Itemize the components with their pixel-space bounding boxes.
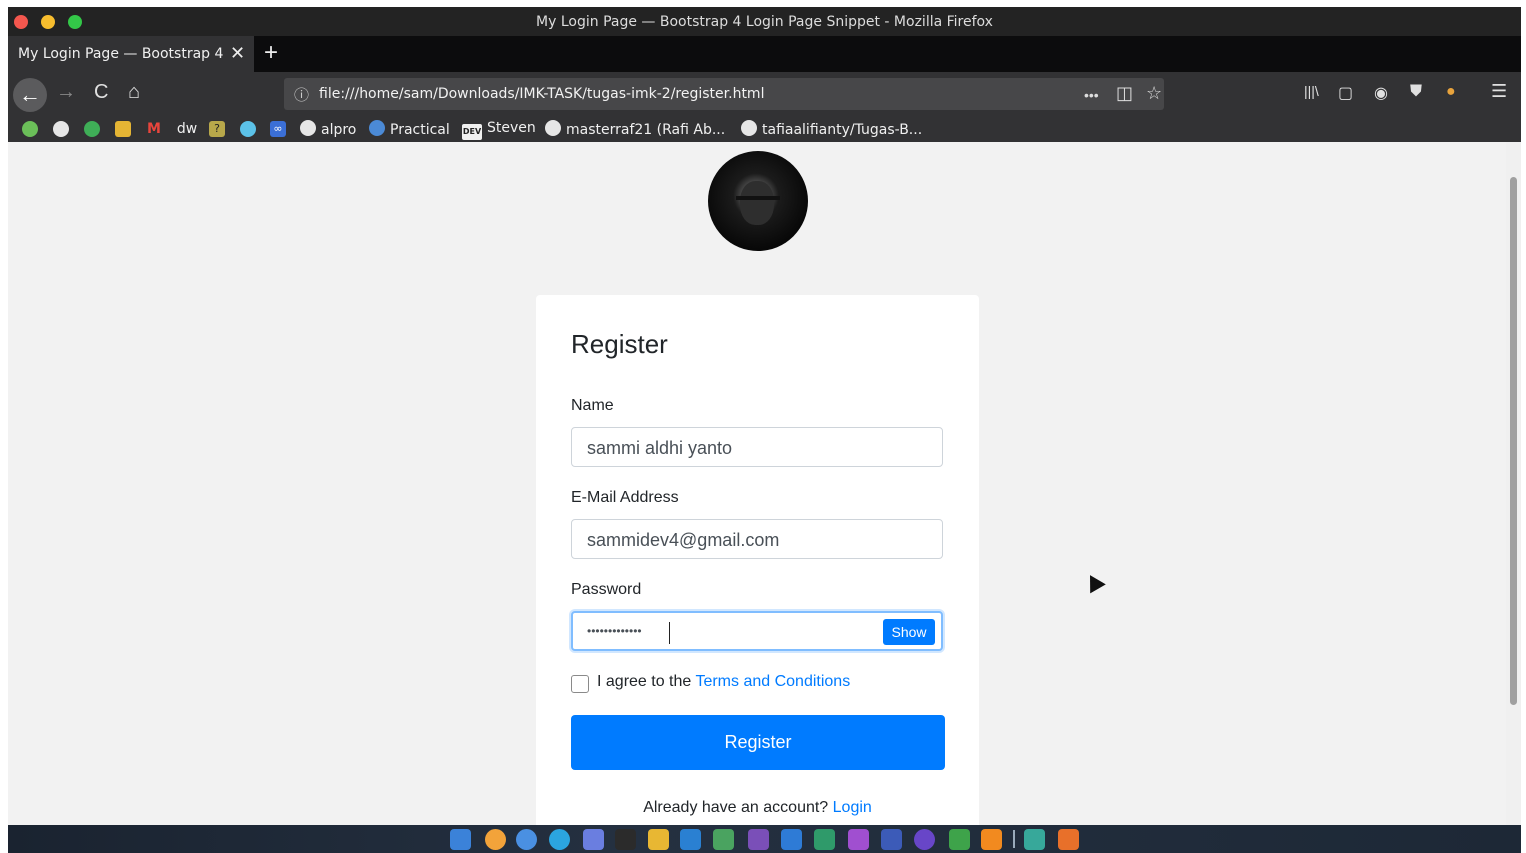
- sidebar-icon[interactable]: ▢: [1338, 83, 1353, 103]
- tab-title: My Login Page — Bootstrap 4 L: [18, 46, 223, 62]
- info-icon[interactable]: ⓘ: [294, 84, 309, 105]
- github-icon[interactable]: [53, 121, 69, 137]
- name-input[interactable]: sammi aldhi yanto: [571, 427, 943, 467]
- new-tab-icon[interactable]: +: [264, 39, 278, 67]
- register-card: Register Name sammi aldhi yanto E-Mail A…: [536, 295, 979, 825]
- bookmarks-toolbar: M dw ? ∞ alpro Practical DEV Steven maste…: [8, 117, 1521, 142]
- trash-icon[interactable]: [1058, 829, 1079, 850]
- scrollbar-thumb[interactable]: [1510, 177, 1517, 705]
- dreamweaver-icon[interactable]: dw: [176, 121, 198, 137]
- phpstorm-icon[interactable]: [748, 829, 769, 850]
- library-icon[interactable]: |||\: [1304, 83, 1319, 99]
- page-scrollbar[interactable]: [1506, 142, 1521, 825]
- url-bar[interactable]: ⓘ file:///home/sam/Downloads/IMK-TASK/tu…: [284, 78, 1164, 110]
- profile-avatar: [708, 151, 808, 251]
- menu-icon[interactable]: ☰: [1491, 81, 1507, 102]
- intellij-icon[interactable]: [881, 829, 902, 850]
- email-input-value: sammidev4@gmail.com: [587, 530, 780, 550]
- form-title: Register: [571, 329, 668, 359]
- question-icon[interactable]: ?: [209, 121, 225, 137]
- terms-checkbox[interactable]: [571, 675, 589, 693]
- bookmark-tafiaalifianty[interactable]: tafiaalifianty/Tugas-B...: [741, 120, 922, 138]
- android-icon[interactable]: [84, 121, 100, 137]
- chrome-icon[interactable]: [516, 829, 537, 850]
- forward-arrow-icon[interactable]: →: [56, 81, 76, 104]
- text-caret: [669, 622, 670, 644]
- github-icon: [300, 120, 316, 136]
- name-label: Name: [571, 397, 614, 414]
- postman-icon[interactable]: [981, 829, 1002, 850]
- avatar-glasses: [736, 196, 780, 208]
- password-input[interactable]: ••••••••••••• Show: [571, 611, 943, 651]
- dock-taskbar: [8, 825, 1521, 853]
- window-titlebar: My Login Page — Bootstrap 4 Login Page S…: [8, 7, 1521, 36]
- show-password-button[interactable]: Show: [883, 619, 935, 645]
- page-actions-icon[interactable]: •••: [1084, 87, 1099, 103]
- bookmark-steven[interactable]: DEV Steven: [462, 120, 536, 140]
- desktop-screen: My Login Page — Bootstrap 4 Login Page S…: [8, 7, 1521, 853]
- email-input[interactable]: sammidev4@gmail.com: [571, 519, 943, 559]
- hexagon-icon[interactable]: [240, 121, 256, 137]
- terms-link[interactable]: Terms and Conditions: [695, 673, 850, 690]
- reload-icon[interactable]: C: [94, 81, 108, 104]
- pocket-icon[interactable]: ◫: [1116, 83, 1133, 104]
- extension-icon[interactable]: ●: [1446, 83, 1456, 101]
- dock-separator: [1013, 830, 1015, 848]
- navigation-toolbar: ← → C ⌂ ⓘ file:///home/sam/Downloads/IMK…: [8, 72, 1521, 117]
- github-icon: [741, 120, 757, 136]
- register-button[interactable]: Register: [571, 715, 945, 770]
- home-icon[interactable]: ⌂: [128, 81, 140, 104]
- password-masked-value: •••••••••••••: [587, 624, 642, 638]
- login-link[interactable]: Login: [833, 799, 872, 816]
- sublime-icon[interactable]: [648, 829, 669, 850]
- gmail-icon[interactable]: M: [146, 121, 162, 137]
- url-text[interactable]: file:///home/sam/Downloads/IMK-TASK/tuga…: [319, 86, 764, 102]
- terminal-icon[interactable]: [615, 829, 636, 850]
- eclipse-icon[interactable]: [914, 829, 935, 850]
- login-prompt: Already have an account? Login: [643, 799, 872, 816]
- rocket-icon: [369, 120, 385, 136]
- password-label: Password: [571, 581, 642, 598]
- webstorm-icon[interactable]: [781, 829, 802, 850]
- pycharm-icon[interactable]: [848, 829, 869, 850]
- discord-icon[interactable]: [583, 829, 604, 850]
- close-icon[interactable]: ✕: [230, 43, 245, 64]
- goland-icon[interactable]: [713, 829, 734, 850]
- infinity-icon[interactable]: ∞: [270, 121, 286, 137]
- github-icon: [545, 120, 561, 136]
- dev-icon: DEV: [462, 124, 482, 140]
- tab-bar: My Login Page — Bootstrap 4 L ✕ +: [8, 36, 1521, 72]
- shield-icon[interactable]: ⛊: [1410, 83, 1422, 101]
- picture-icon[interactable]: [115, 121, 131, 137]
- email-label: E-Mail Address: [571, 489, 679, 506]
- terms-agreement: I agree to the Terms and Conditions: [597, 673, 851, 690]
- datagrip-icon[interactable]: [814, 829, 835, 850]
- telegram-icon[interactable]: [549, 829, 570, 850]
- window-title: My Login Page — Bootstrap 4 Login Page S…: [536, 14, 993, 30]
- page-content: Register Name sammi aldhi yanto E-Mail A…: [8, 142, 1506, 825]
- android-studio-icon[interactable]: [949, 829, 970, 850]
- vscode-icon[interactable]: [680, 829, 701, 850]
- files-icon[interactable]: [1024, 829, 1045, 850]
- back-arrow-icon[interactable]: ←: [13, 78, 47, 112]
- account-icon[interactable]: ◉: [1374, 83, 1388, 103]
- finder-icon[interactable]: [450, 829, 471, 850]
- bookmark-practical[interactable]: Practical: [369, 120, 450, 138]
- firefox-icon[interactable]: [485, 829, 506, 850]
- bookmark-alpro[interactable]: alpro: [300, 120, 356, 138]
- tab-login-page[interactable]: My Login Page — Bootstrap 4 L ✕: [8, 36, 254, 72]
- bookmark-star-icon[interactable]: ☆: [1146, 83, 1162, 104]
- bookmark-masterraf21[interactable]: masterraf21 (Rafi Ab...: [545, 120, 725, 138]
- name-input-value: sammi aldhi yanto: [587, 438, 733, 458]
- leaf-icon[interactable]: [22, 121, 38, 137]
